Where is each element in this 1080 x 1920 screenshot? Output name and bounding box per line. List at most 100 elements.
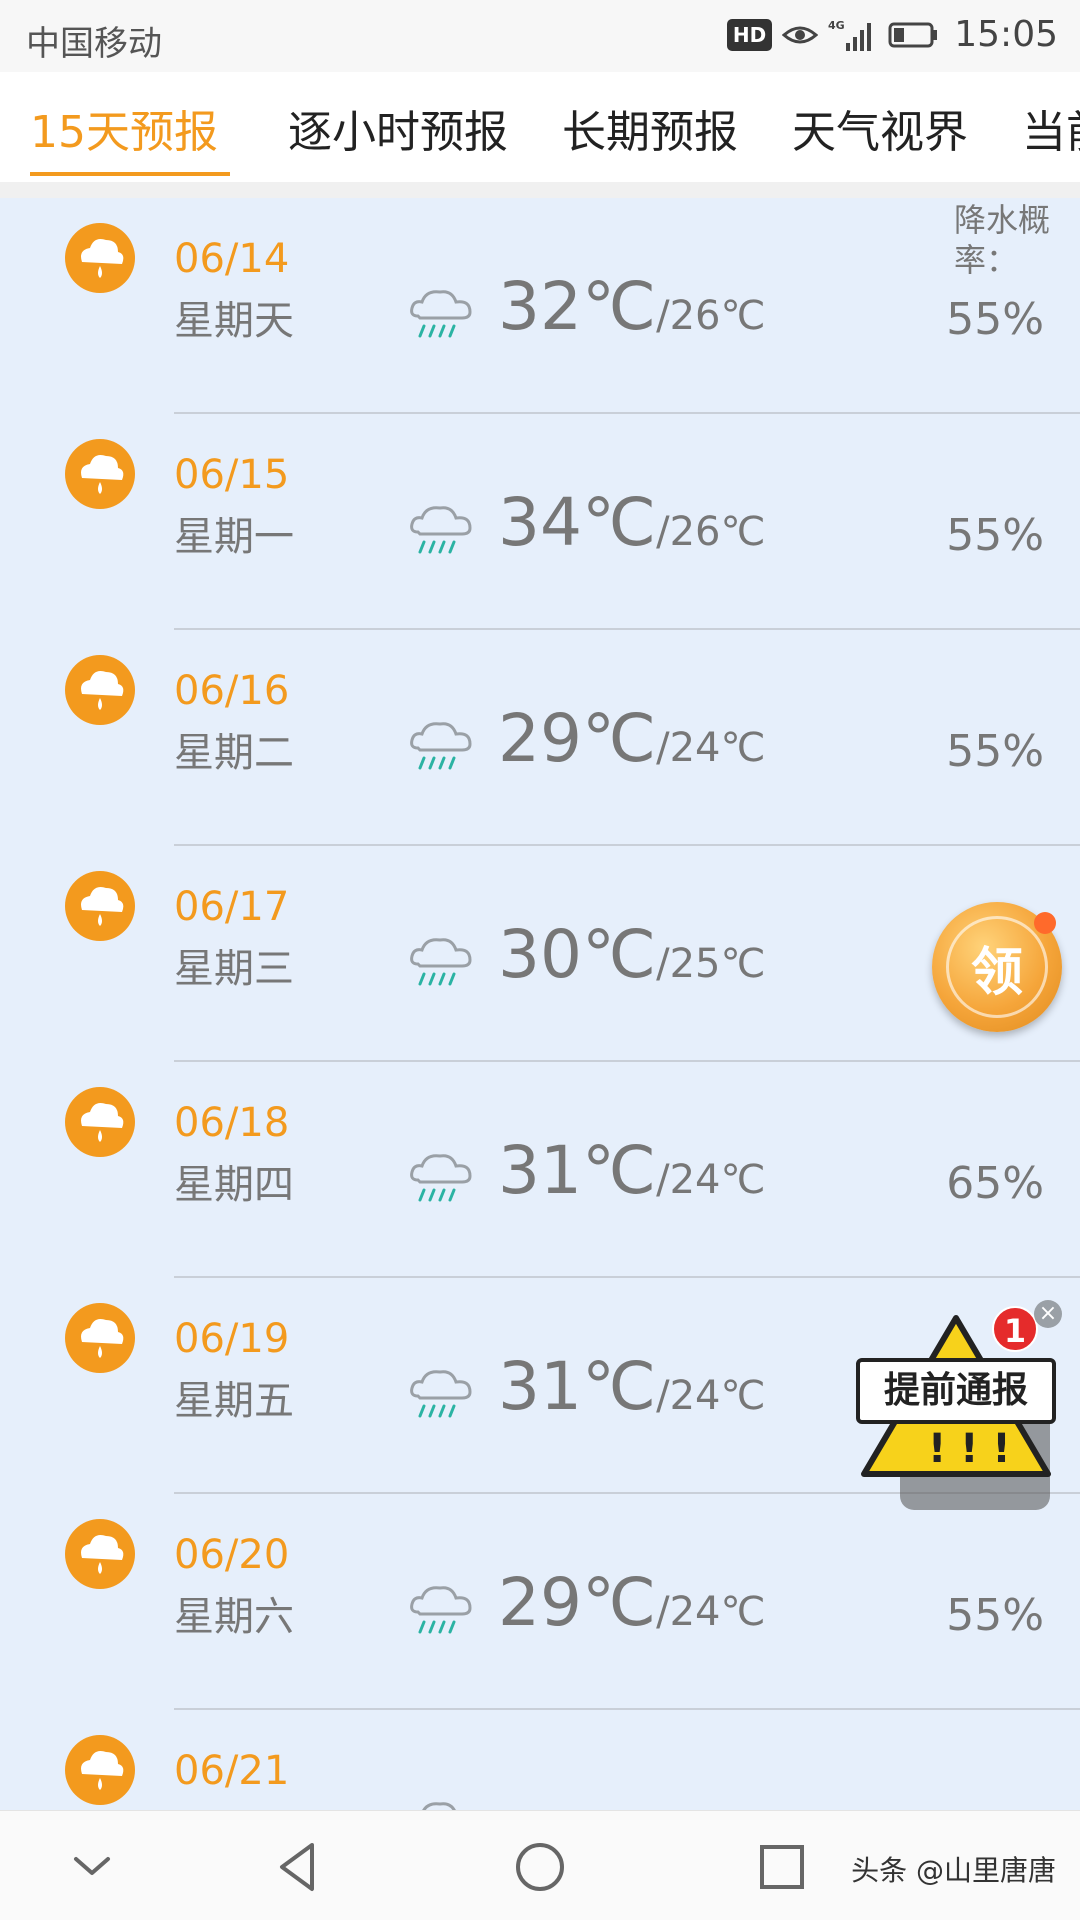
forecast-date: 06/20 (174, 1532, 290, 1578)
forecast-weekday: 星期三 (174, 946, 294, 992)
temp-separator: / (656, 725, 670, 771)
precip-probability: 65% (946, 1158, 1044, 1209)
temp-high: 32℃ (498, 268, 657, 345)
temp-separator: / (656, 941, 670, 987)
rain-cloud-icon (410, 938, 472, 986)
tab-current[interactable]: 当前 (1022, 96, 1080, 160)
temp-separator: / (656, 1373, 670, 1419)
forecast-weekday: 星期四 (174, 1162, 294, 1208)
temp-separator: / (656, 293, 670, 339)
precip-probability: 55% (946, 726, 1044, 777)
tabs-divider (0, 182, 1080, 198)
temperature: 31℃/24℃ (498, 1132, 765, 1209)
weather-badge-icon (65, 1087, 135, 1157)
temperature: 31℃/24℃ (498, 1348, 765, 1425)
chevron-down-icon[interactable] (62, 1837, 122, 1897)
temp-high: 29℃ (498, 700, 657, 777)
temp-low: 24℃ (669, 725, 766, 771)
back-icon[interactable] (268, 1837, 328, 1897)
rain-cloud-icon (410, 1586, 472, 1634)
temp-low: 26℃ (669, 509, 766, 555)
weather-badge-icon (65, 439, 135, 509)
rain-cloud-icon (410, 290, 472, 338)
tab-weather-view[interactable]: 天气视界 (792, 96, 968, 160)
temperature: 32℃/26℃ (498, 268, 765, 345)
recent-apps-icon[interactable] (752, 1837, 812, 1897)
weather-badge-icon (65, 1735, 135, 1805)
rain-cloud-icon (410, 506, 472, 554)
tab-indicator (30, 172, 230, 176)
forecast-row[interactable]: 06/17星期三30℃/25℃60% (0, 846, 1080, 1062)
coin-reward-button[interactable]: 领 (932, 902, 1062, 1032)
rain-cloud-icon (410, 1370, 472, 1418)
forecast-row[interactable]: 06/14 星期天 32℃/26℃ 55% (0, 198, 1080, 414)
forecast-date: 06/18 (174, 1100, 290, 1146)
rain-cloud-icon (410, 722, 472, 770)
temperature: 29℃/24℃ (498, 700, 765, 777)
battery-icon (888, 22, 938, 47)
tab-hourly[interactable]: 逐小时预报 (288, 96, 508, 160)
rain-cloud-icon (410, 1154, 472, 1202)
rain-cloud-icon (422, 1802, 456, 1810)
forecast-tabs: 15天预报 逐小时预报 长期预报 天气视界 当前 (0, 72, 1080, 182)
temp-low: 26℃ (669, 293, 766, 339)
precip-probability: 55% (946, 510, 1044, 561)
hd-icon: HD (726, 18, 773, 51)
precip-probability: 55% (946, 294, 1044, 345)
forecast-weekday: 星期六 (174, 1594, 294, 1640)
weather-badge-icon (65, 655, 135, 725)
weather-badge-icon (65, 1303, 135, 1373)
forecast-row[interactable]: 06/16 星期二 29℃/24℃ 55% (0, 630, 1080, 846)
system-nav-bar: 头条 @山里唐唐 (0, 1810, 1080, 1920)
forecast-date: 06/21 (174, 1748, 290, 1794)
coin-inner: 领 (946, 916, 1048, 1018)
weather-badge-icon (65, 871, 135, 941)
svg-text:! ! !: ! ! ! (928, 1426, 1011, 1472)
temp-separator: / (656, 1589, 670, 1635)
temp-high: 31℃ (498, 1132, 657, 1209)
forecast-date: 06/17 (174, 884, 290, 930)
forecast-row[interactable]: 06/18 星期四 31℃/24℃ 65% (0, 1062, 1080, 1278)
temp-low: 25℃ (669, 941, 766, 987)
forecast-date: 06/14 (174, 236, 290, 282)
forecast-weekday: 星期天 (174, 298, 294, 344)
temp-low: 24℃ (669, 1157, 766, 1203)
signal-icon: 4G (828, 19, 872, 51)
forecast-weekday: 星期五 (174, 1378, 294, 1424)
notification-count-badge: 1 (992, 1306, 1038, 1352)
temperature: 30℃/25℃ (498, 916, 765, 993)
temp-separator: / (656, 509, 670, 555)
temp-high: 34℃ (498, 484, 657, 561)
carrier-name: 中国移动 (26, 24, 162, 64)
weather-badge-icon (65, 223, 135, 293)
temp-high: 30℃ (498, 916, 657, 993)
status-icons: HD 4G 15:05 (726, 14, 1058, 55)
temp-separator: / (656, 1157, 670, 1203)
forecast-date: 06/15 (174, 452, 290, 498)
temp-high: 29℃ (498, 1564, 657, 1641)
forecast-row[interactable]: 06/20 星期六 29℃/24℃ 55% (0, 1494, 1080, 1710)
forecast-list[interactable]: 降水概率： 06/14 星期天 32℃/26℃ 55% 06/15 星期一 34℃/26℃ 5… (0, 198, 1080, 1810)
temp-high: 31℃ (498, 1348, 657, 1425)
precip-probability: 55% (946, 1590, 1044, 1641)
temp-low: 24℃ (669, 1589, 766, 1635)
forecast-row[interactable]: 06/21 (0, 1710, 1080, 1810)
forecast-date: 06/16 (174, 668, 290, 714)
temperature: 34℃/26℃ (498, 484, 765, 561)
weather-badge-icon (65, 1519, 135, 1589)
forecast-weekday: 星期一 (174, 514, 294, 560)
network-type: 4G (828, 19, 845, 32)
tab-long-term[interactable]: 长期预报 (562, 96, 738, 160)
temp-low: 24℃ (669, 1373, 766, 1419)
flame-icon (1034, 912, 1056, 934)
forecast-row[interactable]: 06/15 星期一 34℃/26℃ 55% (0, 414, 1080, 630)
status-bar: 中国移动 HD 4G 15:05 (0, 0, 1080, 72)
coin-label: 领 (970, 942, 1023, 1003)
warning-banner: 提前通报 (856, 1358, 1056, 1424)
close-icon[interactable]: × (1034, 1300, 1062, 1328)
tab-15day[interactable]: 15天预报 (30, 96, 218, 160)
eye-icon (782, 26, 819, 43)
early-warning-ad[interactable]: ! ! ! 提前通报 1 × (856, 1300, 1062, 1480)
home-icon[interactable] (510, 1837, 570, 1897)
status-time: 15:05 (954, 14, 1058, 55)
